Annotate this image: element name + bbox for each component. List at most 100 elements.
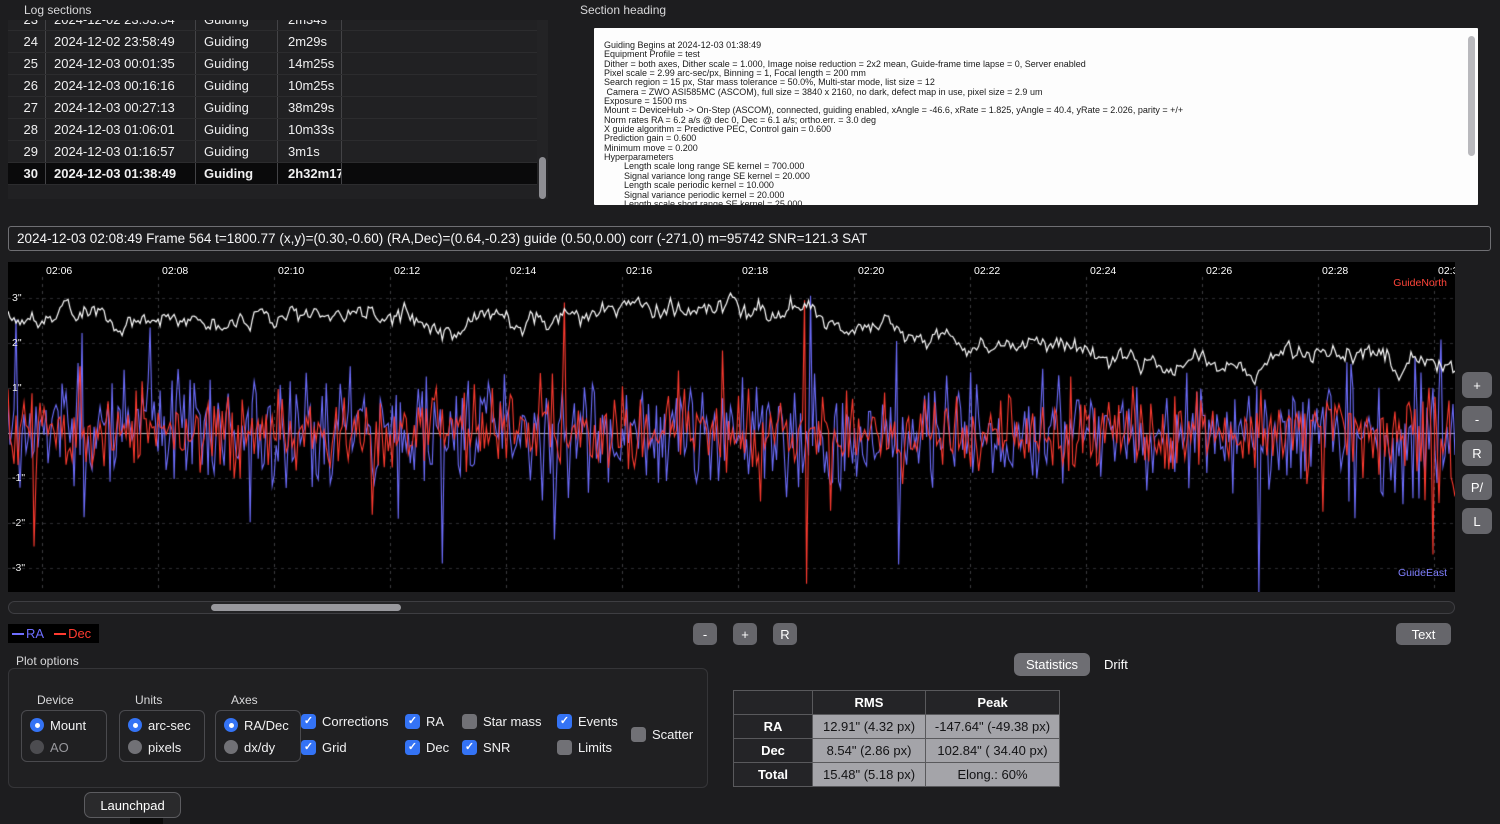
bottom-zoom-out-button[interactable]: -: [693, 623, 717, 645]
time-label: 02:06: [46, 265, 72, 277]
log-table-scrollbar-thumb[interactable]: [539, 157, 546, 199]
log-row-number: 27: [8, 97, 46, 118]
log-row-timestamp: 2024-12-02 23:53:54: [46, 20, 196, 30]
scatter-checkbox[interactable]: [631, 727, 646, 742]
checkbox-label: Events: [578, 714, 618, 729]
checkbox-option-scatter[interactable]: Scatter: [631, 726, 693, 742]
log-sections-table[interactable]: 232024-12-02 23:53:54Guiding2m34s242024-…: [8, 20, 537, 199]
legend-item-ra: RA: [12, 626, 44, 641]
log-row-number: 26: [8, 75, 46, 96]
side-reset-button[interactable]: R: [1462, 440, 1492, 466]
log-section-row[interactable]: 252024-12-03 00:01:35Guiding14m25s: [8, 53, 537, 75]
y-axis-tick-label: -1": [12, 472, 25, 484]
checkbox-column-2: RA Dec: [405, 713, 449, 755]
checkbox-option-ra[interactable]: RA: [405, 713, 449, 729]
guide-east-label: GuideEast: [1398, 567, 1447, 579]
checkbox-column-1: Corrections Grid: [301, 713, 388, 755]
side-lock-button[interactable]: L: [1462, 508, 1492, 534]
log-row-filler: [342, 75, 537, 96]
star-mass-checkbox[interactable]: [462, 714, 477, 729]
log-row-number: 25: [8, 53, 46, 74]
stats-table: RMSPeakRA12.91" (4.32 px)-147.64" (-49.3…: [733, 690, 1060, 787]
stats-row-label-total: Total: [734, 763, 812, 786]
legend-item-dec: Dec: [54, 626, 91, 641]
log-section-row[interactable]: 302024-12-03 01:38:49Guiding2h32m17s: [8, 163, 537, 185]
log-row-timestamp: 2024-12-03 00:01:35: [46, 53, 196, 74]
section-heading-title: Section heading: [580, 3, 666, 17]
checkbox-column-3: Star mass SNR: [462, 713, 542, 755]
section-heading-scrollbar-thumb[interactable]: [1468, 36, 1475, 156]
corrections-checkbox[interactable]: [301, 714, 316, 729]
chart-horizontal-scrollbar[interactable]: [8, 601, 1455, 614]
grid-checkbox[interactable]: [301, 740, 316, 755]
log-section-row[interactable]: 282024-12-03 01:06:01Guiding10m33s: [8, 119, 537, 141]
stats-corner-cell: [734, 691, 812, 714]
log-row-filler: [342, 163, 537, 184]
section-heading-scrollbar[interactable]: [1467, 30, 1476, 202]
log-row-filler: [342, 20, 537, 30]
ra-checkbox[interactable]: [405, 714, 420, 729]
chart-side-buttons: + - R P/L: [1462, 372, 1492, 534]
section-heading-panel[interactable]: Guiding Begins at 2024-12-03 01:38:49 Eq…: [594, 28, 1478, 205]
legend-dash-icon: [54, 633, 66, 635]
bottom-reset-button[interactable]: R: [773, 623, 797, 645]
stats-header-rms: RMS: [813, 691, 925, 714]
log-row-timestamp: 2024-12-03 01:06:01: [46, 119, 196, 140]
log-row-filler: [342, 97, 537, 118]
checkbox-option-grid[interactable]: Grid: [301, 739, 388, 755]
status-bar: 2024-12-03 02:08:49 Frame 564 t=1800.77 …: [8, 226, 1491, 251]
log-row-type: Guiding: [196, 75, 278, 96]
launchpad-button[interactable]: Launchpad: [84, 792, 181, 818]
chart-legend: RA Dec: [8, 624, 99, 643]
chart-horizontal-scrollbar-thumb[interactable]: [211, 604, 401, 611]
log-row-type: Guiding: [196, 53, 278, 74]
checkbox-option-snr[interactable]: SNR: [462, 739, 542, 755]
checkbox-option-limits[interactable]: Limits: [557, 739, 618, 755]
side-zoom-in-button[interactable]: +: [1462, 372, 1492, 398]
guide-north-label: GuideNorth: [1393, 277, 1447, 289]
time-label: 02:16: [626, 265, 652, 277]
log-row-number: 30: [8, 163, 46, 184]
log-section-row[interactable]: 262024-12-03 00:16:16Guiding10m25s: [8, 75, 537, 97]
checkbox-label: Grid: [322, 740, 347, 755]
limits-checkbox[interactable]: [557, 740, 572, 755]
tab-statistics[interactable]: Statistics: [1014, 653, 1090, 676]
checkbox-option-corrections[interactable]: Corrections: [301, 713, 388, 729]
log-section-row[interactable]: 292024-12-03 01:16:57Guiding3m1s: [8, 141, 537, 163]
status-text: 2024-12-03 02:08:49 Frame 564 t=1800.77 …: [17, 231, 867, 246]
log-section-row[interactable]: 272024-12-03 00:27:13Guiding38m29s: [8, 97, 537, 119]
guide-chart-canvas[interactable]: [8, 262, 1455, 592]
checkbox-option-events[interactable]: Events: [557, 713, 618, 729]
checkbox-option-dec[interactable]: Dec: [405, 739, 449, 755]
checkbox-option-star-mass[interactable]: Star mass: [462, 713, 542, 729]
log-row-duration: 2m29s: [278, 31, 342, 52]
legend-dash-icon: [12, 633, 24, 635]
log-section-list: 232024-12-02 23:53:54Guiding2m34s242024-…: [8, 20, 537, 185]
log-section-row[interactable]: 242024-12-02 23:58:49Guiding2m29s: [8, 31, 537, 53]
text-view-button[interactable]: Text: [1396, 623, 1451, 645]
bottom-zoom-in-button[interactable]: +: [733, 623, 757, 645]
snr-checkbox[interactable]: [462, 740, 477, 755]
dec-checkbox[interactable]: [405, 740, 420, 755]
section-heading-text: Guiding Begins at 2024-12-03 01:38:49 Eq…: [594, 28, 1478, 205]
log-row-duration: 10m25s: [278, 75, 342, 96]
y-axis-tick-label: 1": [12, 382, 22, 394]
log-section-row[interactable]: 232024-12-02 23:53:54Guiding2m34s: [8, 20, 537, 31]
tab-drift[interactable]: Drift: [1092, 653, 1140, 676]
log-table-scrollbar[interactable]: [537, 20, 548, 199]
legend-label: RA: [26, 626, 44, 641]
side-pan-button[interactable]: P/: [1462, 474, 1492, 500]
time-label: 02:18: [742, 265, 768, 277]
log-row-filler: [342, 119, 537, 140]
log-row-number: 23: [8, 20, 46, 30]
side-zoom-out-button[interactable]: -: [1462, 406, 1492, 432]
guide-chart[interactable]: 02:0602:0802:1002:1202:1402:1602:1802:20…: [8, 262, 1455, 592]
log-row-timestamp: 2024-12-03 00:16:16: [46, 75, 196, 96]
log-row-number: 29: [8, 141, 46, 162]
log-row-duration: 10m33s: [278, 119, 342, 140]
y-axis-tick-label: -2": [12, 517, 25, 529]
events-checkbox[interactable]: [557, 714, 572, 729]
stats-row-label-dec: Dec: [734, 739, 812, 762]
stats-tabs: StatisticsDrift: [1014, 653, 1140, 676]
time-label: 02:30: [1438, 265, 1455, 277]
